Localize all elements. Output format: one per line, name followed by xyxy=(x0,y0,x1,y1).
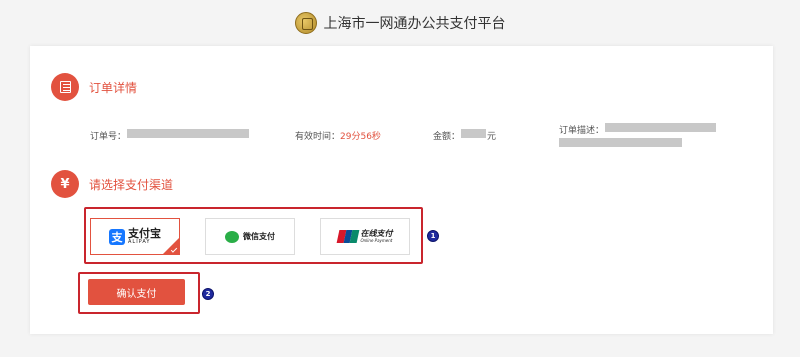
description-value-redacted-line2 xyxy=(559,138,682,147)
emblem-icon xyxy=(294,12,317,34)
order-no-value-redacted xyxy=(127,129,249,138)
wechat-icon xyxy=(225,230,239,243)
pay-option-wechat[interactable]: 微信支付 xyxy=(205,218,295,255)
order-section-title: 订单详情 xyxy=(89,81,138,95)
wechat-label: 微信支付 xyxy=(243,232,275,241)
amount-label: 金额： xyxy=(433,132,461,142)
selected-check-icon xyxy=(162,237,180,255)
payment-options-highlight: 支 支付宝 ALIPAY 微信支付 在线支付 Online Payment xyxy=(84,207,423,264)
unionpay-sublabel: Online Payment xyxy=(360,238,393,243)
confirm-pay-button[interactable]: 确认支付 xyxy=(88,279,185,305)
alipay-icon: 支 xyxy=(109,228,125,245)
document-icon xyxy=(51,73,79,101)
alipay-sublabel: ALIPAY xyxy=(128,239,151,245)
step-2-badge: 2 xyxy=(202,288,214,300)
unionpay-label: 在线支付 xyxy=(360,229,393,238)
yen-icon: ¥ xyxy=(51,170,79,198)
header: 上海市一网通办公共支付平台 xyxy=(0,0,800,46)
countdown-timer: 29分56秒 xyxy=(340,132,381,142)
alipay-label: 支付宝 xyxy=(128,227,161,240)
amount-value-redacted xyxy=(461,129,486,138)
unionpay-icon xyxy=(336,230,359,243)
site-title: 上海市一网通办公共支付平台 xyxy=(323,16,506,32)
pay-option-alipay[interactable]: 支 支付宝 ALIPAY xyxy=(90,218,180,255)
pay-option-unionpay[interactable]: 在线支付 Online Payment xyxy=(320,218,410,255)
amount-unit: 元 xyxy=(487,132,497,142)
order-no-label: 订单号： xyxy=(90,132,127,142)
payment-section-title: 请选择支付渠道 xyxy=(89,178,174,192)
description-value-redacted xyxy=(605,123,716,132)
description-label: 订单描述： xyxy=(559,126,605,136)
step-1-badge: 1 xyxy=(427,230,439,242)
payment-card: 订单详情 订单号： 有效时间：29分56秒 金额： 元 订单描述： ¥ 请选择支… xyxy=(30,46,773,334)
valid-time-label: 有效时间：29分56秒 xyxy=(295,132,381,142)
